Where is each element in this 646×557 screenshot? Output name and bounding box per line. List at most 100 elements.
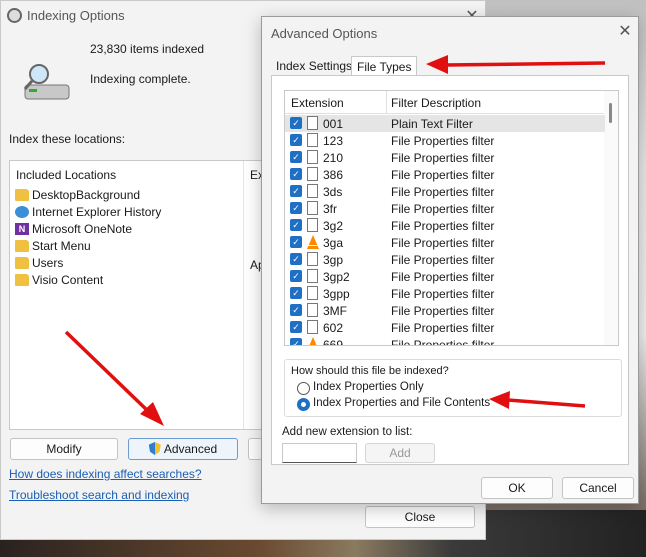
modify-button[interactable]: Modify — [10, 438, 118, 460]
list-item[interactable]: ✓ 386 File Properties filter — [285, 166, 605, 183]
checkbox[interactable]: ✓ — [290, 168, 302, 180]
help-link-indexing[interactable]: How does indexing affect searches? — [9, 467, 202, 481]
extension-label: 001 — [323, 117, 344, 131]
list-item[interactable]: ✓ 3gp File Properties filter — [285, 251, 605, 268]
checkbox[interactable]: ✓ — [290, 253, 302, 265]
ok-button[interactable]: OK — [481, 477, 553, 499]
column-divider — [243, 161, 244, 429]
checkbox[interactable]: ✓ — [290, 202, 302, 214]
checkbox[interactable]: ✓ — [290, 219, 302, 231]
cancel-button[interactable]: Cancel — [562, 477, 634, 499]
vlc-cone-icon — [307, 337, 319, 345]
troubleshoot-link[interactable]: Troubleshoot search and indexing — [9, 488, 189, 502]
scrollbar-thumb[interactable] — [609, 103, 612, 123]
extension-label: 3ds — [323, 185, 343, 199]
location-label: Internet Explorer History — [32, 205, 162, 219]
onenote-icon: N — [15, 223, 29, 235]
checkbox[interactable]: ✓ — [290, 236, 302, 248]
file-icon — [307, 184, 318, 198]
filter-label: File Properties filter — [391, 321, 495, 335]
location-item[interactable]: DesktopBackground — [15, 187, 140, 203]
locations-list[interactable]: Included Locations Ex DesktopBackground … — [9, 160, 285, 430]
checkbox[interactable]: ✓ — [290, 287, 302, 299]
checkbox[interactable]: ✓ — [290, 117, 302, 129]
extension-label: 3g2 — [323, 219, 344, 233]
extension-label: 669 — [323, 338, 344, 346]
filter-label: File Properties filter — [391, 185, 495, 199]
index-method-group: How should this file be indexed? Index P… — [284, 359, 622, 417]
extension-label: 602 — [323, 321, 344, 335]
extension-label: 386 — [323, 168, 344, 182]
list-item[interactable]: ✓ 3fr File Properties filter — [285, 200, 605, 217]
index-locations-label: Index these locations: — [9, 132, 126, 146]
folder-icon — [15, 274, 29, 286]
index-properties-contents-label[interactable]: Index Properties and File Contents — [313, 397, 490, 409]
checkbox[interactable]: ✓ — [290, 338, 302, 345]
shield-icon — [148, 442, 161, 455]
close-button[interactable]: Close — [365, 506, 475, 528]
list-item[interactable]: ✓ 3ga File Properties filter — [285, 234, 605, 251]
location-item[interactable]: N Microsoft OneNote — [15, 221, 132, 237]
filter-label: File Properties filter — [391, 202, 495, 216]
file-icon — [307, 116, 318, 130]
add-button[interactable]: Add — [365, 443, 435, 463]
add-extension-input[interactable] — [282, 443, 357, 463]
list-item[interactable]: ✓ 3MF File Properties filter — [285, 302, 605, 319]
list-item[interactable]: ✓ 3gpp File Properties filter — [285, 285, 605, 302]
filter-label: File Properties filter — [391, 151, 495, 165]
filter-label: File Properties filter — [391, 134, 495, 148]
folder-icon — [15, 189, 29, 201]
file-icon — [307, 201, 318, 215]
filter-label: File Properties filter — [391, 219, 495, 233]
gear-file-icon — [307, 167, 318, 181]
folder-icon — [15, 240, 29, 252]
index-properties-contents-radio[interactable] — [297, 398, 310, 411]
checkbox[interactable]: ✓ — [290, 304, 302, 316]
list-item[interactable]: ✓ 669 File Properties filter — [285, 336, 605, 346]
vlc-cone-icon — [307, 235, 319, 249]
tab-file-types[interactable]: File Types — [351, 56, 418, 76]
location-item[interactable]: Visio Content — [15, 272, 103, 288]
advanced-button-label: Advanced — [163, 442, 218, 456]
list-item[interactable]: ✓ 3g2 File Properties filter — [285, 217, 605, 234]
file-icon — [307, 133, 318, 147]
window-title: Indexing Options — [27, 8, 125, 23]
location-item[interactable]: Internet Explorer History — [15, 204, 161, 220]
add-extension-label: Add new extension to list: — [282, 426, 413, 438]
file-icon — [307, 150, 318, 164]
file-icon — [307, 286, 318, 300]
list-item[interactable]: ✓ 001 Plain Text Filter — [285, 115, 605, 132]
file-icon — [307, 320, 318, 334]
list-item[interactable]: ✓ 602 File Properties filter — [285, 319, 605, 336]
checkbox[interactable]: ✓ — [290, 185, 302, 197]
advanced-options-dialog: Advanced Options ✕ Index Settings File T… — [261, 16, 639, 504]
location-label: Start Menu — [32, 239, 91, 253]
included-locations-header: Included Locations — [16, 168, 117, 182]
location-item[interactable]: Users — [15, 255, 63, 271]
filter-column-header[interactable]: Filter Description — [391, 96, 481, 110]
filter-label: File Properties filter — [391, 304, 495, 318]
extension-column-header[interactable]: Extension — [291, 96, 344, 110]
list-item[interactable]: ✓ 123 File Properties filter — [285, 132, 605, 149]
filter-label: File Properties filter — [391, 168, 495, 182]
location-label: Microsoft OneNote — [32, 222, 133, 236]
scrollbar[interactable] — [604, 91, 618, 345]
index-properties-only-radio[interactable] — [297, 382, 310, 395]
file-types-list[interactable]: Extension Filter Description ✓ 001 Plain… — [284, 90, 619, 346]
advanced-button[interactable]: Advanced — [128, 438, 238, 460]
list-item[interactable]: ✓ 3gp2 File Properties filter — [285, 268, 605, 285]
indexing-status: Indexing complete. — [90, 72, 191, 86]
checkbox[interactable]: ✓ — [290, 134, 302, 146]
list-item[interactable]: ✓ 3ds File Properties filter — [285, 183, 605, 200]
checkbox[interactable]: ✓ — [290, 270, 302, 282]
list-item[interactable]: ✓ 210 File Properties filter — [285, 149, 605, 166]
checkbox[interactable]: ✓ — [290, 321, 302, 333]
index-properties-only-label[interactable]: Index Properties Only — [313, 381, 424, 393]
checkbox[interactable]: ✓ — [290, 151, 302, 163]
close-icon[interactable]: ✕ — [615, 21, 635, 41]
extension-label: 3ga — [323, 236, 344, 250]
filter-label: File Properties filter — [391, 253, 495, 267]
location-item[interactable]: Start Menu — [15, 238, 91, 254]
folder-icon — [15, 257, 29, 269]
tab-index-settings[interactable]: Index Settings — [271, 56, 357, 76]
